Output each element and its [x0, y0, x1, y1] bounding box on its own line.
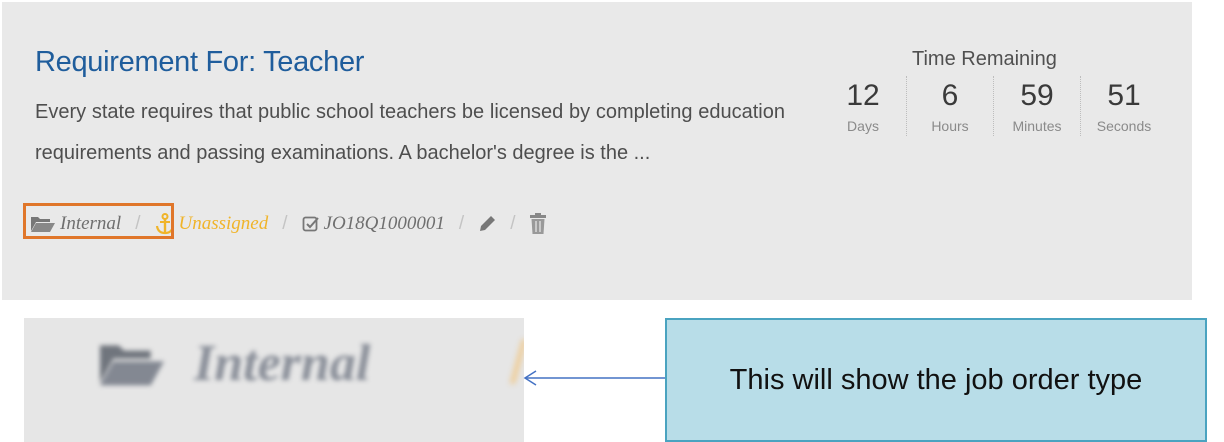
timer-minutes: 59 Minutes: [993, 76, 1080, 136]
timer-days-value: 12: [846, 79, 880, 112]
pointer-arrow: [523, 370, 668, 386]
folder-open-icon: [100, 344, 164, 385]
timer-hours: 6 Hours: [906, 76, 993, 136]
job-order-type-highlight: [23, 203, 174, 239]
timer-seconds-label: Seconds: [1096, 118, 1152, 134]
timer-hours-value: 6: [941, 79, 959, 112]
zoomed-type-label: Internal: [194, 335, 371, 392]
job-id: JO18Q1000001: [302, 213, 445, 235]
timer-minutes-label: Minutes: [1012, 118, 1062, 134]
trash-icon: [530, 213, 547, 234]
timer-seconds-value: 51: [1107, 79, 1141, 112]
job-description: Every state requires that public school …: [35, 101, 785, 164]
meta-separator: /: [282, 213, 288, 234]
zoomed-job-order-type: Internal /: [24, 318, 524, 442]
timer-seconds: 51 Seconds: [1080, 76, 1167, 136]
delete-button[interactable]: [529, 213, 547, 235]
zoomed-separator: /: [510, 328, 524, 398]
edit-button[interactable]: [478, 215, 496, 233]
timer-minutes-value: 59: [1020, 79, 1054, 112]
checkbox-icon: [302, 216, 319, 232]
meta-separator: /: [458, 213, 465, 234]
pencil-icon: [480, 216, 496, 231]
timer-hours-label: Hours: [931, 118, 969, 134]
annotation-text: This will show the job order type: [729, 363, 1143, 396]
job-order-card: Requirement For: Teacher Every state req…: [2, 2, 1192, 300]
time-remaining-label: Time Remaining: [912, 48, 1057, 70]
job-title[interactable]: Requirement For: Teacher: [35, 46, 364, 79]
annotation-callout: This will show the job order type: [665, 318, 1207, 442]
timer-days: 12 Days: [820, 76, 906, 136]
zoomed-type-content: Internal: [92, 334, 370, 393]
assignee-label: Unassigned: [178, 213, 269, 234]
job-id-value: JO18Q1000001: [323, 213, 445, 234]
timer-days-label: Days: [847, 118, 879, 134]
countdown-timer: 12 Days 6 Hours 59 Minutes 51 Seconds: [820, 76, 1167, 136]
meta-separator: /: [510, 213, 516, 234]
